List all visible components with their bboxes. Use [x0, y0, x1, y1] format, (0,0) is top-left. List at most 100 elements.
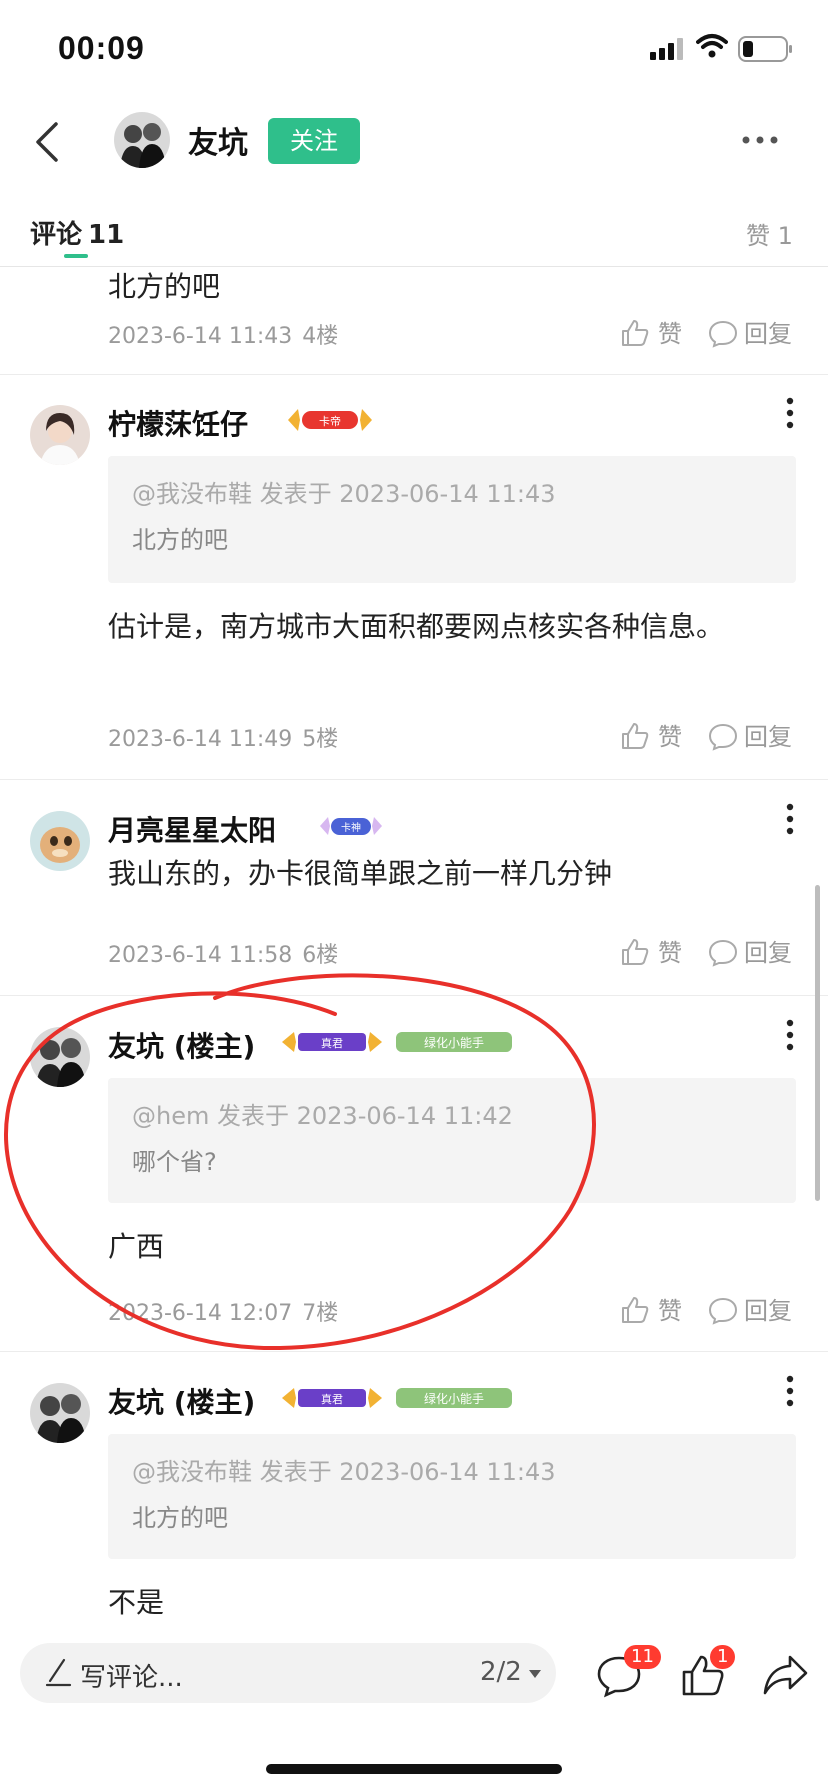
back-arrow-icon[interactable]	[30, 118, 70, 166]
author-name[interactable]: 友坑	[188, 118, 248, 162]
badge2-text: 绿化小能手	[424, 1035, 484, 1050]
comment-item: 柠檬莯饪仔 卡帝 @我没布鞋 发表于 2023-06-14 11:43 北方的吧…	[0, 375, 828, 780]
reply-label: 回复	[744, 939, 792, 967]
chevron-down-icon[interactable]	[528, 1669, 542, 1679]
reply-label: 回复	[744, 1297, 792, 1325]
signal-icon	[650, 38, 683, 60]
wifi-icon	[696, 34, 728, 58]
badge-text: 真君	[321, 1036, 343, 1050]
page-indicator[interactable]: 2/2	[480, 1657, 522, 1687]
comment-item: 北方的吧 2023-6-14 11:43 4楼 赞 回复	[0, 268, 828, 375]
badge-text: 真君	[321, 1392, 343, 1406]
like-label: 赞	[658, 723, 682, 751]
reply-button[interactable]: 回复	[708, 717, 820, 757]
user-avatar[interactable]	[30, 1383, 90, 1443]
share-icon[interactable]	[762, 1651, 810, 1699]
comment-floor: 4楼	[302, 324, 339, 349]
like-button[interactable]: 赞	[620, 1291, 690, 1331]
user-avatar[interactable]	[30, 811, 90, 871]
user-name[interactable]: 柠檬莯饪仔	[108, 403, 248, 443]
status-bar: 00:09	[0, 0, 828, 100]
home-indicator	[266, 1764, 562, 1774]
quote-text: 北方的吧	[132, 1504, 228, 1532]
comment-meta: 2023-6-14 11:58 6楼	[108, 937, 338, 969]
reply-button[interactable]: 回复	[708, 314, 820, 354]
comment-meta: 2023-6-14 11:49 5楼	[108, 721, 338, 753]
comments-button[interactable]: 11	[596, 1645, 661, 1701]
comments-count-badge: 11	[624, 1645, 661, 1669]
kebab-icon[interactable]	[780, 1017, 800, 1053]
scrollbar[interactable]	[815, 885, 820, 1201]
like-button-bottom[interactable]: 1	[680, 1645, 736, 1701]
quote-text: 北方的吧	[132, 526, 228, 554]
quoted-comment[interactable]: @hem 发表于 2023-06-14 11:42 哪个省?	[108, 1078, 796, 1203]
level-badge-icon: 卡神	[320, 817, 382, 835]
comment-tabs: 评论 11 赞 1	[0, 200, 828, 267]
quoted-comment[interactable]: @我没布鞋 发表于 2023-06-14 11:43 北方的吧	[108, 456, 796, 583]
quote-header: @我没布鞋 发表于 2023-06-14 11:43	[132, 480, 556, 508]
comment-bubble-icon	[708, 320, 738, 348]
author-avatar[interactable]	[114, 112, 170, 168]
like-button[interactable]: 赞	[620, 933, 690, 973]
achievement-badge-icon: 绿化小能手	[396, 1388, 512, 1408]
reply-button[interactable]: 回复	[708, 1291, 820, 1331]
comment-item: 友坑 (楼主) 真君 绿化小能手 @我没布鞋 发表于 2023-06-14 11…	[0, 1353, 828, 1643]
reply-label: 回复	[744, 723, 792, 751]
level-badge-icon: 卡帝	[288, 409, 372, 431]
more-icon[interactable]	[740, 130, 780, 150]
thumb-up-icon	[622, 723, 649, 749]
quote-text: 哪个省?	[132, 1148, 217, 1176]
nav-bar: 友坑 关注	[0, 100, 828, 200]
comment-body: 广西	[108, 1230, 165, 1263]
user-name[interactable]: 友坑 (楼主)	[108, 1381, 255, 1421]
user-avatar[interactable]	[30, 1027, 90, 1087]
user-avatar[interactable]	[30, 405, 90, 465]
comment-list: 北方的吧 2023-6-14 11:43 4楼 赞 回复 柠檬莯饪仔 卡帝 @我…	[0, 268, 828, 1643]
tab-active-indicator	[64, 254, 88, 258]
badge2-text: 绿化小能手	[424, 1391, 484, 1406]
achievement-badge-icon: 绿化小能手	[396, 1032, 512, 1052]
tab-comments-label: 评论	[30, 220, 83, 250]
reply-button[interactable]: 回复	[708, 933, 820, 973]
comment-bubble-icon	[708, 1297, 738, 1325]
comment-floor: 7楼	[302, 1301, 339, 1326]
comment-body: 北方的吧	[108, 270, 221, 303]
like-count-badge: 1	[710, 1645, 736, 1669]
comment-date: 2023-6-14 11:58	[108, 943, 293, 968]
thumb-up-icon	[622, 939, 649, 965]
tab-comments[interactable]: 评论 11	[30, 214, 124, 251]
user-name[interactable]: 月亮星星太阳	[108, 809, 276, 849]
level-badge-icon: 真君	[282, 1032, 382, 1052]
comment-body: 不是	[108, 1586, 165, 1619]
user-name[interactable]: 友坑 (楼主)	[108, 1025, 255, 1065]
comment-input[interactable]: 写评论... 2/2	[20, 1643, 556, 1703]
badge-text: 卡帝	[319, 414, 341, 428]
kebab-icon[interactable]	[780, 395, 800, 431]
like-button[interactable]: 赞	[620, 314, 690, 354]
follow-button[interactable]: 关注	[268, 118, 360, 164]
comment-actions: 赞 回复	[620, 717, 820, 757]
reply-label: 回复	[744, 320, 792, 348]
kebab-icon[interactable]	[780, 801, 800, 837]
quoted-comment[interactable]: @我没布鞋 发表于 2023-06-14 11:43 北方的吧	[108, 1434, 796, 1559]
comment-date: 2023-6-14 11:43	[108, 324, 293, 349]
like-label: 赞	[658, 1297, 682, 1325]
comment-date: 2023-6-14 12:07	[108, 1301, 293, 1326]
comment-body: 我山东的，办卡很简单跟之前一样几分钟	[108, 857, 613, 890]
comment-actions: 赞 回复	[620, 314, 820, 354]
quote-header: @我没布鞋 发表于 2023-06-14 11:43	[132, 1458, 556, 1486]
comment-floor: 6楼	[302, 943, 339, 968]
kebab-icon[interactable]	[780, 1373, 800, 1409]
pen-icon	[45, 1658, 72, 1687]
status-time: 00:09	[58, 30, 145, 66]
like-label: 赞	[658, 320, 682, 348]
thumb-up-icon	[622, 1297, 649, 1323]
comment-floor: 5楼	[302, 727, 339, 752]
like-button[interactable]: 赞	[620, 717, 690, 757]
comment-input-placeholder: 写评论...	[80, 1663, 183, 1693]
level-badge-icon: 真君	[282, 1388, 382, 1408]
comment-meta: 2023-6-14 12:07 7楼	[108, 1295, 338, 1327]
comment-meta: 2023-6-14 11:43 4楼	[108, 318, 338, 350]
tab-likes[interactable]: 赞 1	[746, 216, 793, 251]
comment-date: 2023-6-14 11:49	[108, 727, 293, 752]
